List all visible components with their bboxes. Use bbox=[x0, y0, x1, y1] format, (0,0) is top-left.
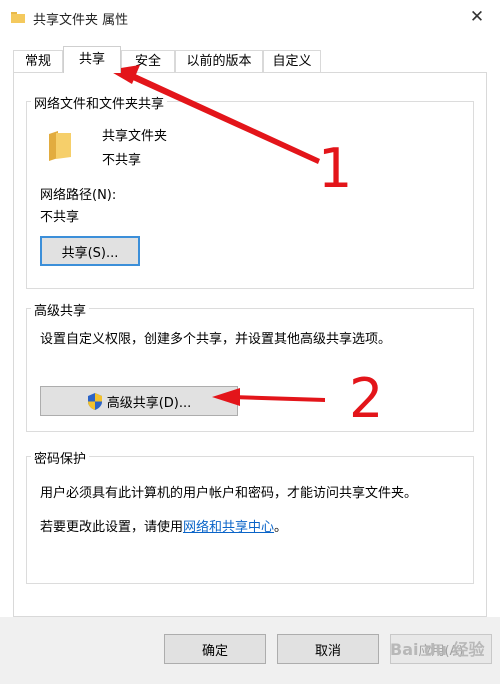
title-bar: 共享文件夹 属性 ✕ bbox=[0, 0, 500, 34]
network-sharing-center-link[interactable]: 网络和共享中心 bbox=[183, 520, 274, 535]
tab-general[interactable]: 常规 bbox=[13, 50, 63, 72]
shield-uac-icon bbox=[87, 392, 102, 410]
close-icon[interactable]: ✕ bbox=[466, 6, 488, 28]
advanced-sharing-title: 高级共享 bbox=[31, 300, 90, 319]
annotation-number-2: 2 bbox=[349, 367, 384, 430]
advanced-sharing-description: 设置自定义权限，创建多个共享，并设置其他高级共享选项。 bbox=[40, 332, 392, 347]
folder-name: 共享文件夹 bbox=[102, 129, 168, 144]
window-title: 共享文件夹 属性 bbox=[33, 13, 129, 28]
tab-security[interactable]: 安全 bbox=[121, 50, 175, 72]
folder-share-status: 不共享 bbox=[102, 153, 142, 168]
folder-icon bbox=[49, 131, 71, 161]
tab-customize[interactable]: 自定义 bbox=[263, 50, 321, 72]
advanced-sharing-button-label: 高级共享(D)... bbox=[106, 395, 192, 411]
cancel-button[interactable]: 取消 bbox=[277, 634, 379, 664]
network-path-value: 不共享 bbox=[40, 210, 80, 225]
annotation-number-1: 1 bbox=[318, 137, 353, 200]
watermark: Bai du 经验 bbox=[390, 640, 485, 659]
network-path-label: 网络路径(N): bbox=[40, 188, 117, 203]
network-sharing-title: 网络文件和文件夹共享 bbox=[31, 93, 168, 112]
tab-sharing[interactable]: 共享 bbox=[63, 46, 121, 73]
password-protection-title: 密码保护 bbox=[31, 448, 90, 467]
share-button[interactable]: 共享(S)... bbox=[40, 236, 140, 266]
folder-icon bbox=[11, 12, 25, 23]
change-setting-suffix: 。 bbox=[274, 520, 288, 535]
tab-previous-versions[interactable]: 以前的版本 bbox=[175, 50, 263, 72]
advanced-sharing-button[interactable]: 高级共享(D)... bbox=[40, 386, 238, 416]
password-protection-description: 用户必须具有此计算机的用户帐户和密码，才能访问共享文件夹。 bbox=[40, 486, 418, 501]
change-setting-prefix: 若要更改此设置，请使用 bbox=[40, 520, 184, 535]
tab-strip: 常规 共享 安全 以前的版本 自定义 bbox=[0, 46, 500, 73]
ok-button[interactable]: 确定 bbox=[164, 634, 266, 664]
password-protection-change: 若要更改此设置，请使用网络和共享中心。 bbox=[40, 516, 287, 535]
